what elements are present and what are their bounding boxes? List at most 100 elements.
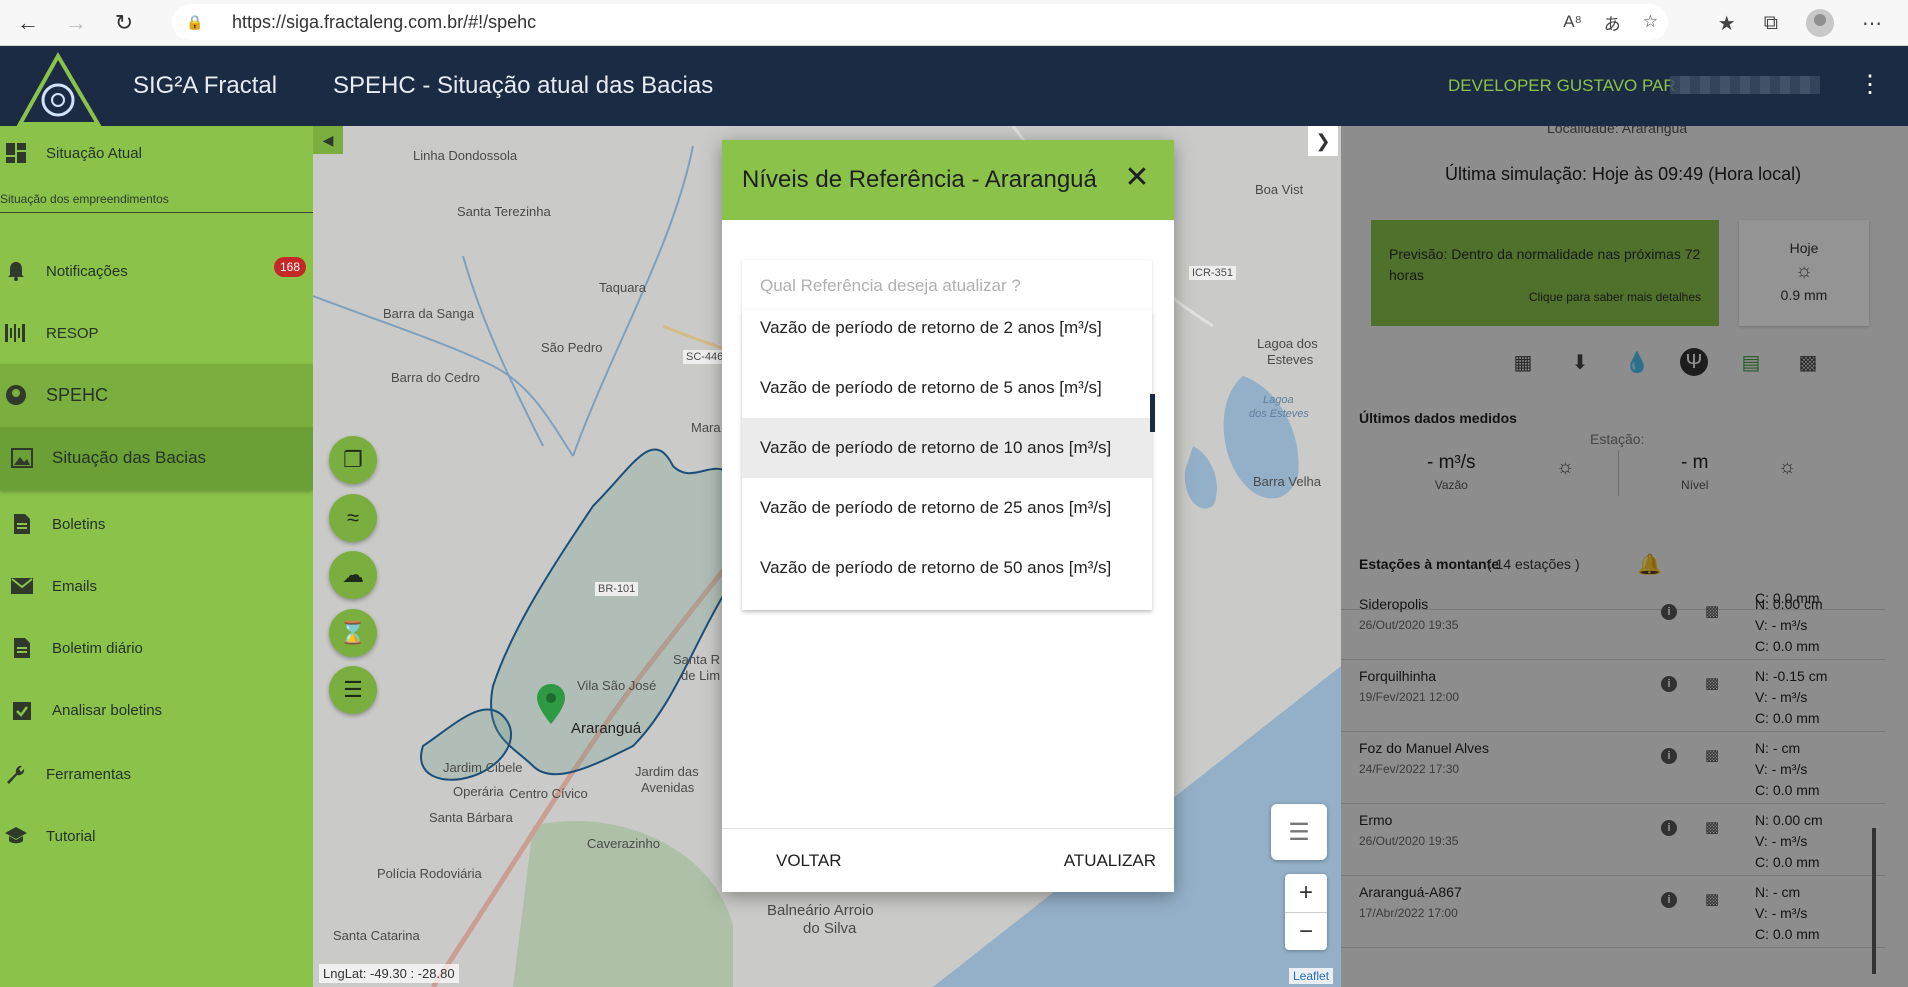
reference-option-highlighted[interactable]: Vazão de período de retorno de 10 anos [… — [742, 418, 1152, 478]
report-document-icon[interactable]: ▤ — [1737, 348, 1765, 376]
user-name[interactable]: DEVELOPER GUSTAVO PAR — [1448, 76, 1676, 96]
map-layers-icon[interactable]: ☰ — [1271, 804, 1327, 860]
today-precip-value: 0.9 mm — [1780, 287, 1828, 303]
station-values: N: 0.00 cm V: - m³/s C: 0.0 mm — [1755, 810, 1823, 873]
sidebar-item-situacao-das-bacias[interactable]: Situação das Bacias — [0, 427, 313, 490]
forward-arrow-icon[interactable]: → — [56, 3, 96, 43]
kebab-menu-icon[interactable]: ⋮ — [1858, 70, 1882, 102]
today-label: Hoje — [1789, 240, 1819, 256]
station-value-v: V: - m³/s — [1755, 617, 1808, 633]
clipboard-icon[interactable]: ☰ — [329, 666, 377, 714]
collapse-sidebar-icon[interactable]: ◀ — [313, 126, 343, 154]
sidebar-item-label: Boletins — [52, 515, 106, 533]
favorites-icon[interactable]: ★ — [1718, 11, 1736, 36]
station-row[interactable]: Ermo 26/Out/2020 19:35 i ▩ N: 0.00 cm V:… — [1341, 804, 1886, 876]
map-label: Centro Cívico — [509, 786, 588, 801]
sidebar-item-row[interactable]: Situação das Bacias — [0, 437, 313, 479]
reference-select[interactable]: Qual Referência deseja atualizar ? — [742, 260, 1152, 310]
map-label: Santa Catarina — [333, 928, 420, 943]
upstream-title: Estações à montante — [1359, 556, 1500, 572]
sidebar-subtitle: Situação dos empreendimentos — [0, 192, 169, 206]
forecast-card[interactable]: Previsão: Dentro da normalidade nas próx… — [1371, 220, 1719, 326]
sidebar-item-label: Boletim diário — [52, 639, 143, 657]
document-icon — [8, 510, 36, 538]
map-label: Balneário Arroio — [767, 902, 874, 919]
grid-icon[interactable]: ▦ — [1509, 348, 1537, 376]
read-aloud-icon[interactable]: A⁸ — [1563, 12, 1582, 32]
map-label: dos Esteves — [1249, 408, 1309, 420]
info-icon[interactable]: i — [1661, 820, 1677, 836]
sidebar-item-resop[interactable]: RESOP — [0, 312, 313, 354]
sidebar-item-emails[interactable]: Emails — [0, 565, 313, 607]
info-icon[interactable]: i — [1661, 676, 1677, 692]
station-row[interactable]: Sideropolis 26/Out/2020 19:35 i ▩ N: 0.0… — [1341, 588, 1886, 660]
rain-cloud-icon[interactable]: ☁ — [329, 551, 377, 599]
sidebar-item-notificacoes[interactable]: Notificações 168 — [0, 250, 313, 292]
sidebar-item-analisar-boletins[interactable]: Analisar boletins — [0, 689, 313, 731]
reference-option[interactable]: Vazão de período de retorno de 50 anos [… — [742, 538, 1152, 598]
refresh-icon[interactable]: ↻ — [104, 3, 144, 43]
lnglat-readout: LngLat: -49.30 : -28.80 — [319, 964, 459, 983]
collections-icon[interactable]: ⧉ — [1764, 12, 1778, 35]
layers-count-icon[interactable]: ❐ — [329, 436, 377, 484]
profile-avatar[interactable] — [1806, 9, 1834, 37]
expand-panel-icon[interactable]: ❯ — [1308, 126, 1338, 156]
wrench-icon — [2, 760, 30, 788]
panel-scrollbar[interactable] — [1872, 828, 1876, 974]
basin-icon[interactable]: Ψ — [1680, 348, 1708, 376]
forecast-details-link[interactable]: Clique para saber mais detalhes — [1529, 290, 1701, 304]
bar-chart-icon[interactable]: ▩ — [1705, 674, 1719, 692]
zoom-out-button[interactable]: − — [1285, 912, 1327, 950]
bar-chart-icon[interactable]: ▩ — [1705, 890, 1719, 908]
close-icon[interactable]: ✕ — [1122, 163, 1152, 194]
station-row[interactable]: Forquilhinha 19/Fev/2021 12:00 i ▩ N: -0… — [1341, 660, 1886, 732]
reference-option[interactable]: Vazão de período de retorno de 5 anos [m… — [742, 358, 1152, 418]
waves-icon[interactable]: ≈ — [329, 494, 377, 542]
bar-chart-icon[interactable]: ▩ — [1705, 818, 1719, 836]
upstream-station-list[interactable]: C: 0.0 mm Sideropolis 26/Out/2020 19:35 … — [1341, 588, 1908, 987]
map-label: Santa Terezinha — [457, 204, 551, 219]
bar-chart-icon[interactable]: ▩ — [1705, 746, 1719, 764]
station-value-c: C: 0.0 mm — [1755, 710, 1820, 726]
sun-icon: ☼ — [1778, 456, 1797, 478]
more-icon[interactable]: ⋯ — [1862, 11, 1882, 36]
bar-chart-icon[interactable]: ▩ — [1705, 602, 1719, 620]
sidebar-item-tutorial[interactable]: Tutorial — [0, 815, 313, 857]
reference-option[interactable]: Vazão de período de retorno de 25 anos [… — [742, 478, 1152, 538]
translate-icon[interactable]: あ — [1604, 10, 1621, 35]
options-scrollbar[interactable] — [1150, 394, 1155, 432]
back-arrow-icon[interactable]: ← — [8, 3, 48, 43]
station-row[interactable]: Foz do Manuel Alves 24/Fev/2022 17:30 i … — [1341, 732, 1886, 804]
reference-option[interactable]: Vazão de período de retorno de 2 anos [m… — [742, 310, 1152, 358]
app-header: SIG²A Fractal SPEHC - Situação atual das… — [0, 46, 1908, 126]
sidebar-item-ferramentas[interactable]: Ferramentas — [0, 753, 313, 795]
last-simulation-text: Última simulação: Hoje às 09:49 (Hora lo… — [1445, 164, 1802, 184]
reference-levels-dialog: Níveis de Referência - Araranguá ✕ Qual … — [722, 140, 1174, 892]
favorite-star-icon[interactable]: ☆ — [1643, 12, 1658, 32]
sidebar-item-boletins[interactable]: Boletins — [0, 503, 313, 545]
station-row[interactable]: Araranguá-A867 17/Abr/2022 17:00 i ▩ N: … — [1341, 876, 1886, 948]
reference-options-list[interactable]: Vazão de período de retorno de 2 anos [m… — [742, 310, 1152, 610]
location-pin-icon[interactable] — [537, 684, 565, 724]
bar-chart-icon[interactable]: ▩ — [1794, 348, 1822, 376]
info-icon[interactable]: i — [1661, 892, 1677, 908]
sidebar-item-spehc[interactable]: SPEHC — [0, 372, 313, 418]
info-icon[interactable]: i — [1661, 748, 1677, 764]
url-text[interactable]: https://siga.fractaleng.com.br/#!/spehc — [232, 12, 536, 33]
sidebar-item-boletim-diario[interactable]: Boletim diário — [0, 627, 313, 669]
back-button[interactable]: VOLTAR — [776, 851, 842, 871]
address-bar[interactable]: 🔒 https://siga.fractaleng.com.br/#!/speh… — [172, 4, 1668, 40]
bell-icon[interactable]: 🔔 — [1637, 552, 1662, 577]
map-label: São Pedro — [541, 340, 603, 355]
update-button[interactable]: ATUALIZAR — [1064, 851, 1156, 871]
map-label: Barra Velha — [1253, 474, 1321, 489]
sidebar-item-label: SPEHC — [46, 384, 109, 405]
water-drop-icon[interactable]: 💧 — [1623, 348, 1651, 376]
map-label: Linha Dondossola — [413, 148, 518, 163]
leaflet-attribution[interactable]: Leaflet — [1289, 968, 1334, 984]
info-icon[interactable]: i — [1661, 604, 1677, 620]
cyclone-icon[interactable]: ⌛ — [329, 609, 377, 657]
download-icon[interactable]: ⬇ — [1566, 348, 1594, 376]
sidebar-item-situacao-atual[interactable]: Situação Atual — [0, 132, 313, 174]
zoom-in-button[interactable]: + — [1285, 874, 1327, 912]
